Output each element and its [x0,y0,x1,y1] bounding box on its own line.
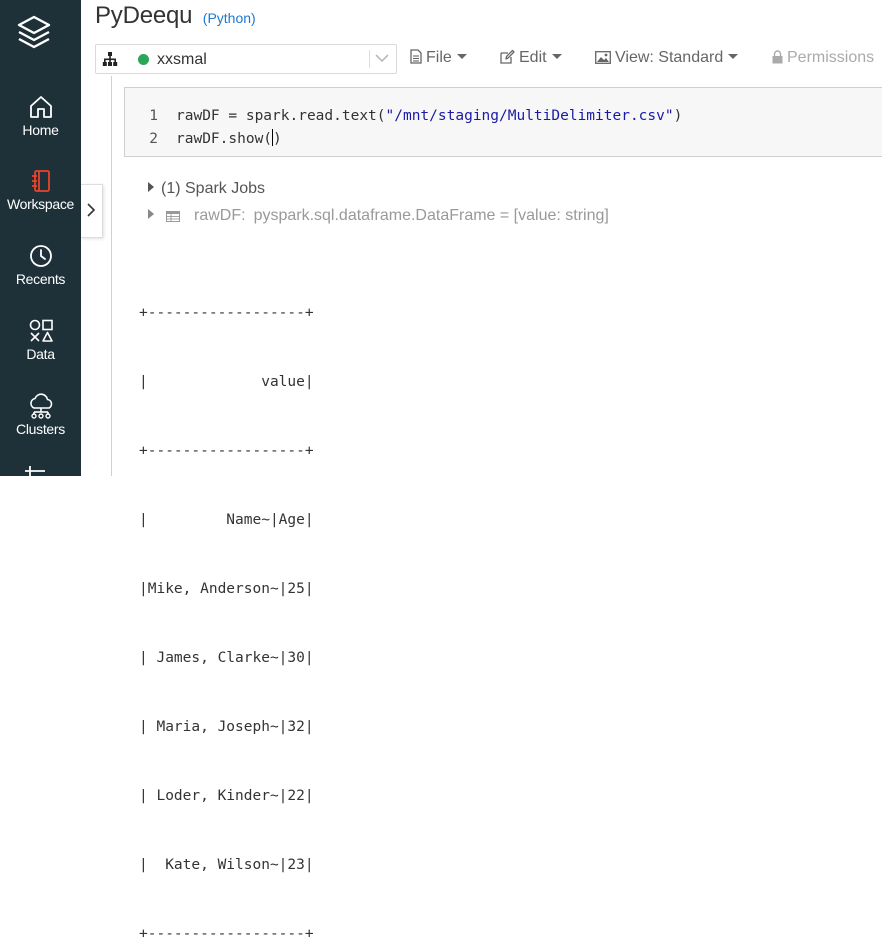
sidebar: Home Workspace Recents Data Clusters [0,0,81,476]
cluster-status-indicator [138,54,149,65]
code-line-2: rawDF.show() [176,128,682,151]
cell-output: +------------------+ | value| +---------… [139,256,314,952]
file-menu-label: File [426,49,452,66]
output-line: +------------------+ [139,305,314,321]
cluster-tree-icon [102,52,118,66]
databricks-logo-icon[interactable] [14,12,54,56]
code-text: rawDF = spark.read.text( [176,108,386,124]
cluster-name: xxsmal [157,51,207,68]
permissions-label: Permissions [787,49,875,66]
image-icon [595,51,611,64]
sidebar-item-data[interactable]: Data [0,318,81,362]
code-line-1: rawDF = spark.read.text("/mnt/staging/Mu… [176,105,682,128]
sidebar-expand-button[interactable] [81,184,103,238]
lock-icon [772,50,783,64]
jobs-icon[interactable] [22,466,48,476]
view-menu-label: View: Standard [615,49,724,66]
code-string: "/mnt/staging/MultiDelimiter.csv" [385,108,674,124]
code-cell[interactable]: 12 rawDF = spark.read.text("/mnt/staging… [124,87,882,157]
sidebar-item-recents[interactable]: Recents [0,243,81,287]
output-line: +------------------+ [139,443,314,459]
output-line: | Maria, Joseph~|32| [139,719,314,735]
table-icon [166,211,180,222]
sidebar-item-label: Clusters [16,421,65,437]
workspace-icon [31,170,50,192]
sidebar-item-label: Data [26,346,55,362]
caret-down-icon [551,54,562,59]
line-number: 2 [149,131,158,147]
spark-jobs-label: (1) Spark Jobs [161,180,266,197]
file-icon [410,49,422,64]
notebook-toolbar: xxsmal File Edit View: Standard Permissi… [95,44,882,74]
chevron-right-icon [87,203,96,217]
cluster-selector[interactable]: xxsmal [95,44,397,74]
sidebar-item-label: Home [22,122,59,138]
sidebar-item-label: Recents [15,271,66,287]
dataframe-schema-toggle[interactable]: rawDF: pyspark.sql.dataframe.DataFrame = … [148,207,609,225]
notebook-title[interactable]: PyDeequ [95,2,193,29]
output-line: | James, Clarke~|30| [139,650,314,666]
line-number-gutter: 12 [125,105,158,151]
caret-down-icon [456,54,467,59]
home-icon [29,96,52,118]
code-editor[interactable]: rawDF = spark.read.text("/mnt/staging/Mu… [176,105,682,151]
output-line: | Name~|Age| [139,512,314,528]
permissions-button[interactable]: Permissions [772,49,874,67]
edit-menu-label: Edit [519,49,547,66]
notebook-header: PyDeequ (Python) [95,2,256,32]
sidebar-item-clusters[interactable]: Clusters [0,393,81,437]
sidebar-item-workspace[interactable]: Workspace [0,168,81,212]
sidebar-item-home[interactable]: Home [0,94,81,138]
dataframe-name: rawDF: [194,207,246,224]
output-line: | Kate, Wilson~|23| [139,857,314,873]
expand-triangle-icon [148,182,154,192]
expand-triangle-icon [148,209,154,219]
caret-down-icon [728,54,739,59]
dataframe-type: pyspark.sql.dataframe.DataFrame = [value… [253,207,609,224]
edit-menu[interactable]: Edit [500,49,562,67]
notebook-language[interactable]: (Python) [203,10,256,26]
data-icon [29,319,53,342]
code-text: ) [673,108,683,124]
clock-icon [29,245,52,267]
clusters-icon [29,393,52,419]
cluster-selector-divider [369,50,370,68]
spark-jobs-toggle[interactable]: (1) Spark Jobs [148,180,265,198]
output-line: +------------------+ [139,926,314,942]
sidebar-item-label: Workspace [6,196,75,212]
notebook-content: 12 rawDF = spark.read.text("/mnt/staging… [111,76,882,942]
code-text: rawDF.show( [176,131,273,147]
output-line: | Loder, Kinder~|22| [139,788,314,804]
line-number: 1 [149,108,158,124]
view-menu[interactable]: View: Standard [595,49,739,67]
code-text: ) [273,131,282,147]
output-line: | value| [139,374,314,390]
output-line: |Mike, Anderson~|25| [139,581,314,597]
edit-icon [500,49,515,64]
file-menu[interactable]: File [410,49,467,67]
chevron-down-icon[interactable] [375,54,389,63]
